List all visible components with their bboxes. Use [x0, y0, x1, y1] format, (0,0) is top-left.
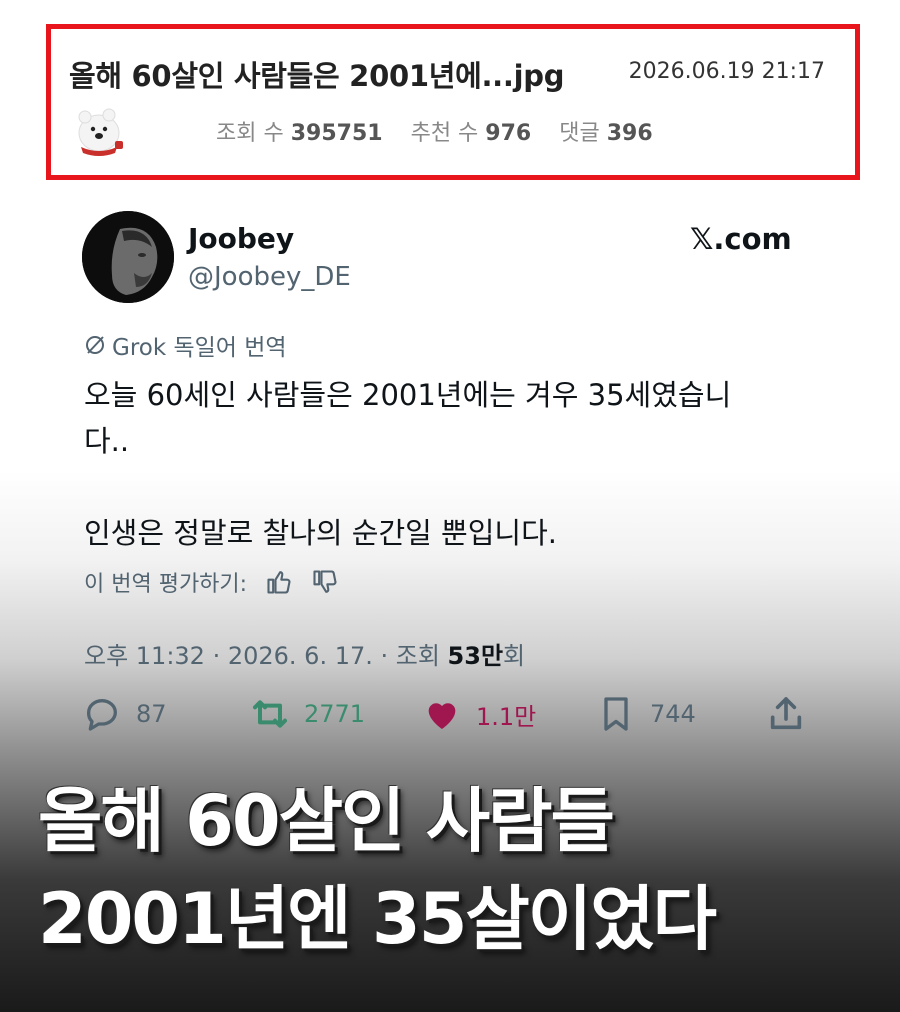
share-button[interactable] [766, 694, 806, 734]
post-date: 2026.06.19 21:17 [628, 59, 825, 84]
thumbs-up-icon[interactable] [265, 568, 293, 596]
like-button[interactable]: 1.1만 [422, 694, 536, 734]
comments-stat: 댓글 396 [559, 121, 653, 146]
image-caption: 올해 60살인 사람들 2001년엔 35살이었다 [38, 772, 878, 968]
post-header: 올해 60살인 사람들은 2001년에...jpg 2026.06.19 21:… [46, 24, 860, 180]
x-logo: 𝕏.com [690, 222, 792, 256]
retweet-button[interactable]: 2771 [250, 694, 365, 734]
tweet-meta: 오후 11:32 · 2026. 6. 17. · 조회 53만회 [84, 642, 526, 670]
bookmark-icon [604, 697, 628, 731]
bookmark-button[interactable]: 744 [596, 694, 696, 734]
translation-note: Grok 독일어 번역 [84, 328, 287, 362]
reply-button[interactable]: 87 [82, 694, 167, 734]
reply-icon [86, 699, 117, 731]
tweet-avatar[interactable] [82, 211, 174, 303]
heart-icon [428, 703, 456, 729]
post-stats: 조회 수 395751 추천 수 976 댓글 396 [216, 115, 653, 147]
views-stat: 조회 수 395751 [216, 121, 383, 146]
rate-translation: 이 번역 평가하기: [84, 566, 339, 598]
grok-icon [86, 336, 104, 354]
tweet-author-handle[interactable]: @Joobey_DE [188, 262, 351, 292]
tweet-text: 오늘 60세인 사람들은 2001년에는 겨우 35세였습니 다.. 인생은 정… [84, 378, 732, 550]
polar-bear-icon [78, 108, 123, 156]
tweet-actions: 87 2771 1.1만 744 [82, 694, 812, 742]
caption-line-2: 2001년엔 35살이었다 [38, 878, 717, 960]
profile-portrait-icon [82, 211, 174, 303]
author-avatar[interactable] [71, 103, 127, 159]
share-icon [770, 697, 802, 730]
caption-line-1: 올해 60살인 사람들 [38, 780, 615, 862]
post-title[interactable]: 올해 60살인 사람들은 2001년에...jpg [69, 53, 564, 95]
recommend-stat: 추천 수 976 [410, 121, 532, 146]
tweet-author-name[interactable]: Joobey [188, 222, 294, 255]
retweet-icon [253, 700, 287, 728]
thumbs-down-icon[interactable] [311, 568, 339, 596]
